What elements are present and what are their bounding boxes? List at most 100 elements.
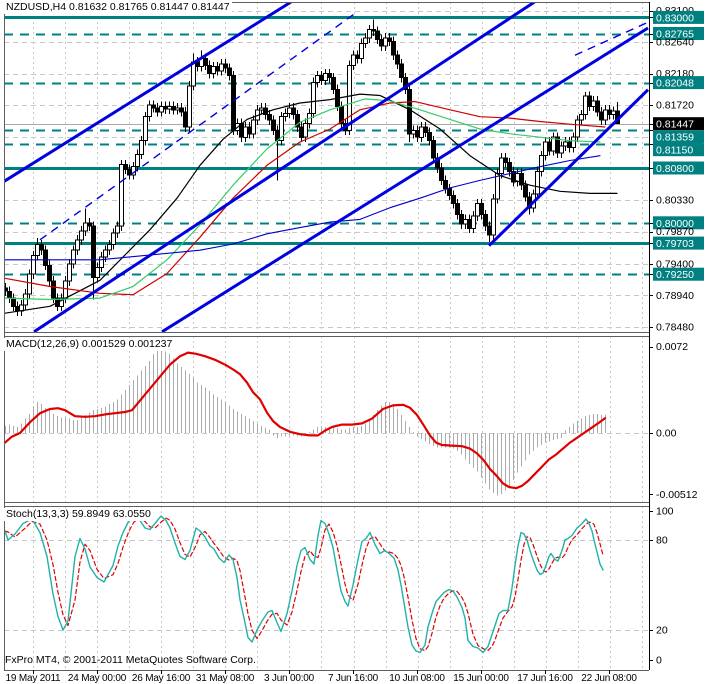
candle	[303, 123, 308, 138]
time-axis-label: 26 May 16:00	[132, 673, 191, 684]
macd-axis-label: -0.00512	[656, 489, 698, 501]
price-axis-label: 0.79870	[649, 226, 694, 238]
candle	[359, 42, 364, 60]
candle	[67, 263, 72, 282]
level-price-label: 0.81359	[656, 132, 694, 144]
stoch-axis-label: 20	[656, 625, 668, 637]
price-axis-label: 0.78940	[649, 290, 694, 302]
stoch-indicator-label: Stoch(13,3,3) 59.8949 63.0550	[4, 508, 153, 521]
candle	[563, 141, 568, 147]
candle	[35, 244, 40, 257]
candle	[475, 203, 480, 217]
candle	[479, 203, 484, 216]
candle	[83, 222, 88, 232]
candle	[547, 141, 552, 152]
candle	[415, 129, 420, 138]
candle	[183, 111, 188, 128]
candle	[407, 88, 412, 135]
candle	[467, 218, 472, 229]
price-axis-label: 0.80800	[649, 161, 704, 175]
candle	[291, 107, 296, 116]
candle	[383, 37, 388, 47]
stoch-axis-label: 100	[656, 506, 674, 518]
stoch-axis-label: 0	[656, 655, 662, 667]
level-price-label: 0.80800	[656, 163, 694, 175]
candle	[319, 75, 324, 81]
candle	[119, 164, 124, 227]
candle	[391, 40, 396, 56]
candle	[147, 104, 152, 118]
candle	[411, 129, 416, 135]
candle	[455, 203, 460, 216]
candle	[367, 29, 372, 39]
current-price-label: 0.81447	[656, 119, 694, 131]
candle	[459, 214, 464, 225]
candle	[599, 111, 604, 121]
time-axis-label: 17 Jun 16:00	[517, 673, 573, 684]
candle	[135, 153, 140, 168]
time-axis-label: 10 Jun 08:00	[389, 673, 445, 684]
candle	[23, 293, 28, 306]
candle	[75, 239, 80, 251]
candle	[387, 37, 392, 42]
macd-axis-label: 0.00	[656, 428, 677, 440]
price-axis-label: 0.81359	[649, 130, 704, 144]
candle	[231, 75, 236, 131]
level-price-label: 0.79250	[656, 269, 694, 281]
candle	[427, 131, 432, 142]
candle	[175, 107, 180, 111]
candle	[123, 164, 128, 170]
candle	[143, 116, 148, 142]
candle	[379, 38, 384, 47]
candle	[331, 77, 336, 90]
candle	[39, 244, 44, 251]
candle	[503, 157, 508, 164]
mt4-chart-window: 0.831000.830000.827650.826400.821800.820…	[0, 0, 717, 684]
price-axis-label: 0.79703	[649, 236, 704, 250]
candle	[535, 171, 540, 195]
candle	[591, 100, 596, 107]
candle	[163, 105, 168, 110]
candle	[439, 167, 444, 181]
candle	[43, 249, 48, 266]
candle	[287, 107, 292, 114]
candle	[211, 66, 216, 74]
candle	[363, 37, 368, 44]
candle	[99, 256, 104, 268]
candle	[251, 119, 256, 135]
candle	[603, 109, 608, 121]
candle	[219, 63, 224, 72]
level-price-label: 0.83000	[656, 12, 694, 24]
price-axis-label: 0.81720	[649, 100, 694, 112]
candle	[51, 280, 56, 299]
candle	[495, 173, 500, 200]
candle	[463, 218, 468, 225]
candle	[283, 112, 288, 118]
candle	[79, 230, 84, 241]
candle	[539, 155, 544, 172]
candle	[419, 126, 424, 138]
candle	[559, 145, 564, 154]
candle	[299, 126, 304, 138]
candle	[139, 140, 144, 155]
time-axis-label: 31 May 08:00	[196, 673, 255, 684]
price-axis-label: 0.78480	[649, 321, 694, 333]
price-grid-label: 0.78480	[656, 321, 694, 333]
candle	[487, 225, 492, 236]
candle	[447, 188, 452, 196]
candle	[71, 249, 76, 265]
candle	[575, 119, 580, 138]
price-grid-label: 0.81720	[656, 100, 694, 112]
price-axis-label: 0.79250	[649, 267, 704, 281]
candle	[347, 64, 352, 131]
candle	[579, 114, 584, 121]
price-grid-label: 0.78940	[656, 290, 694, 302]
candle	[483, 214, 488, 227]
candle	[507, 162, 512, 173]
candle	[171, 105, 176, 111]
candle	[115, 225, 120, 234]
time-axis-label: 19 May 2011	[6, 673, 62, 684]
candle	[399, 63, 404, 79]
candle	[431, 140, 436, 159]
candle	[227, 67, 232, 77]
